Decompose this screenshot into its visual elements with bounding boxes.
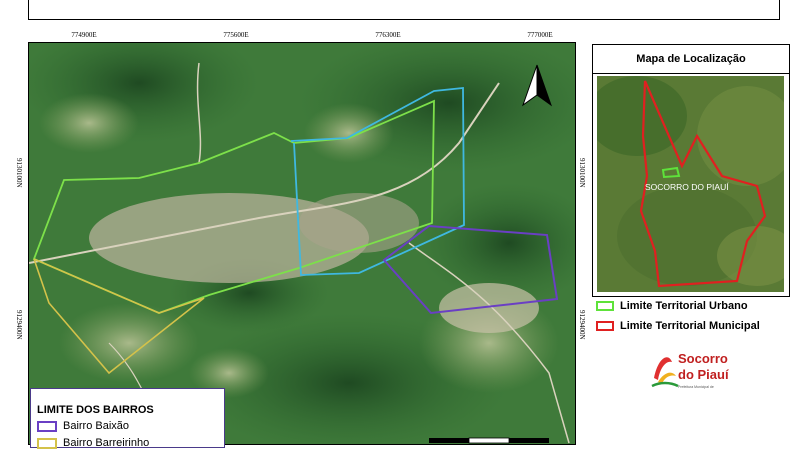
map-title-frame (28, 0, 780, 20)
neighborhood-legend: LIMITE DOS BAIRROS Bairro Baixão Bairro … (30, 388, 225, 449)
legend-label: Bairro Baixão (63, 420, 130, 432)
city-logo: Socorro do Piauí Prefeitura Municipal de (650, 348, 732, 392)
y-coord-label: 9130100N (578, 158, 586, 188)
location-map-canvas: SOCORRO DO PIAUÍ (597, 76, 784, 292)
legend-label: Limite Territorial Municipal (620, 320, 760, 332)
legend-label: Limite Territorial Urbano (620, 300, 748, 312)
satellite-map-canvas (29, 43, 575, 444)
city-logo-graphic: Socorro do Piauí Prefeitura Municipal de (651, 351, 729, 389)
city-label: SOCORRO DO PIAUÍ (645, 182, 729, 192)
legend-item-urban: Limite Territorial Urbano (596, 300, 748, 312)
legend-swatch (37, 420, 57, 432)
legend-item-barreirinho: Bairro Barreirinho (37, 437, 149, 449)
legend-swatch (596, 321, 614, 331)
legend-swatch (596, 301, 614, 311)
svg-text:Prefeitura Municipal de: Prefeitura Municipal de (678, 385, 714, 389)
scale-bar (429, 437, 549, 444)
x-coord-label: 776300E (375, 31, 401, 39)
satellite-map[interactable] (28, 42, 576, 445)
location-map-panel: Mapa de Localização SOCORRO DO PIAUÍ (592, 44, 790, 297)
location-map-title: Mapa de Localização (593, 45, 789, 74)
legend-item-baixao: Bairro Baixão (37, 420, 129, 432)
y-coord-label: 9129400N (15, 310, 23, 340)
x-coord-label: 777000E (527, 31, 553, 39)
svg-text:do Piauí: do Piauí (678, 367, 729, 382)
legend-swatch (37, 437, 57, 449)
x-coord-label: 774900E (71, 31, 97, 39)
x-coord-label: 775600E (223, 31, 249, 39)
svg-text:Socorro: Socorro (678, 351, 728, 366)
legend-title: LIMITE DOS BAIRROS (37, 404, 154, 416)
location-map[interactable]: SOCORRO DO PIAUÍ (597, 76, 784, 292)
y-coord-label: 9129400N (578, 310, 586, 340)
legend-item-municipal: Limite Territorial Municipal (596, 320, 760, 332)
y-coord-label: 9130100N (15, 158, 23, 188)
legend-label: Bairro Barreirinho (63, 437, 150, 449)
